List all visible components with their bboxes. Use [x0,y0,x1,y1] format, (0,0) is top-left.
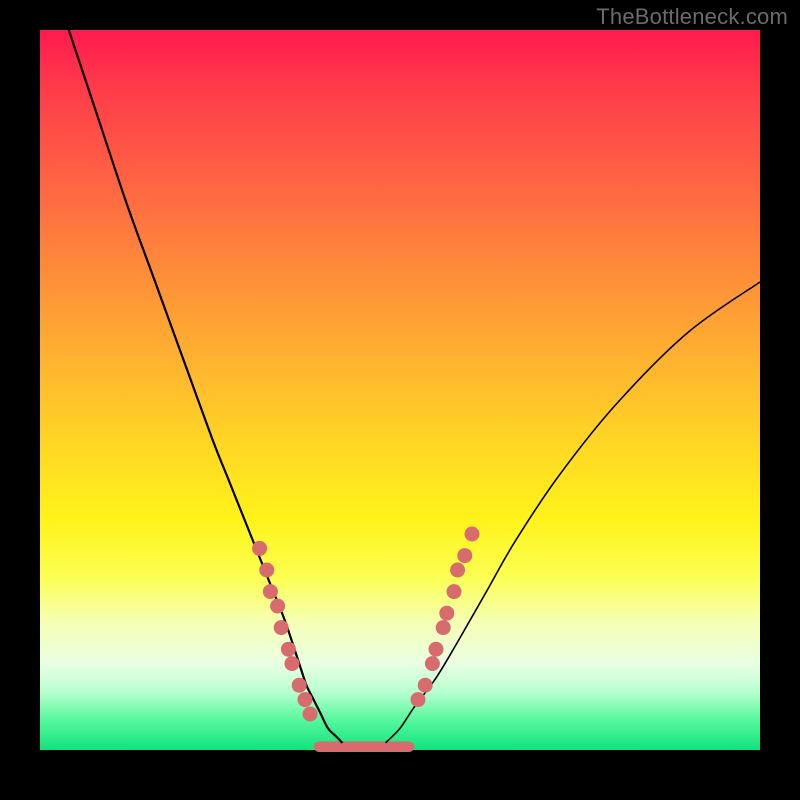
plot-area [40,30,760,750]
data-point [259,563,274,578]
data-point [411,692,426,707]
watermark-label: TheBottleneck.com [596,4,788,30]
data-point [436,620,451,635]
data-point [418,678,433,693]
bottom-band [314,741,415,752]
scatter-points [252,527,479,722]
data-point [457,548,472,563]
data-point [274,620,289,635]
data-point [425,656,440,671]
chart-svg [40,30,760,750]
data-point [297,692,312,707]
data-point [270,599,285,614]
data-point [252,541,267,556]
data-point [281,642,296,657]
data-point [447,584,462,599]
data-point [465,527,480,542]
data-point [263,584,278,599]
data-point [285,656,300,671]
data-point [303,707,318,722]
data-point [429,642,444,657]
data-point [292,678,307,693]
chart-stage: TheBottleneck.com [0,0,800,800]
valley-band [314,741,415,752]
data-point [439,606,454,621]
curve-left-curve [69,30,343,743]
curves [69,30,760,743]
data-point [450,563,465,578]
curve-right-curve [386,282,760,743]
